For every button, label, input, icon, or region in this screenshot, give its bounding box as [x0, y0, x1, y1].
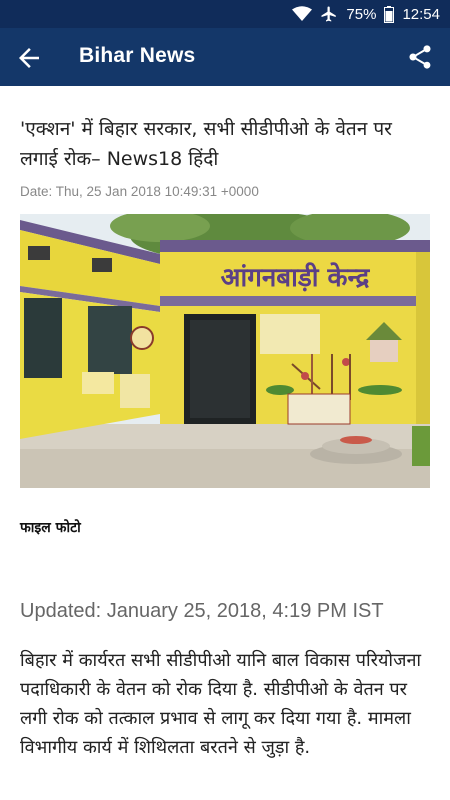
article-body: बिहार में कार्यरत सभी सीडीपीओ यानि बाल व… — [20, 650, 422, 758]
battery-icon — [384, 5, 395, 23]
photo-caption: फाइल फोटो — [20, 520, 81, 536]
article-photo: आंगनबाड़ी केन्द्र — [20, 214, 430, 488]
wifi-icon — [292, 6, 313, 22]
app-title: Bihar News — [79, 44, 196, 67]
app-bar: Bihar News — [0, 28, 450, 86]
article-content[interactable]: 'एक्शन' में बिहार सरकार, सभी सीडीपीओ के … — [0, 86, 450, 800]
clock: 12:54 — [402, 5, 440, 23]
arrow-left-icon — [14, 48, 44, 77]
photo-sign-text: आंगनबाड़ी केन्द्र — [221, 262, 371, 293]
share-button[interactable] — [406, 43, 434, 71]
airplane-icon — [320, 5, 338, 23]
status-bar: 75% 12:54 — [0, 0, 450, 28]
article-date: Date: Thu, 25 Jan 2018 10:49:31 +0000 — [20, 184, 259, 199]
back-button[interactable] — [14, 43, 44, 73]
article-headline: 'एक्शन' में बिहार सरकार, सभी सीडीपीओ के … — [20, 118, 392, 170]
updated-timestamp: Updated: January 25, 2018, 4:19 PM IST — [20, 600, 384, 622]
status-icons: 75% 12:54 — [292, 5, 440, 23]
battery-text: 75% — [346, 5, 377, 23]
share-icon — [406, 45, 434, 75]
